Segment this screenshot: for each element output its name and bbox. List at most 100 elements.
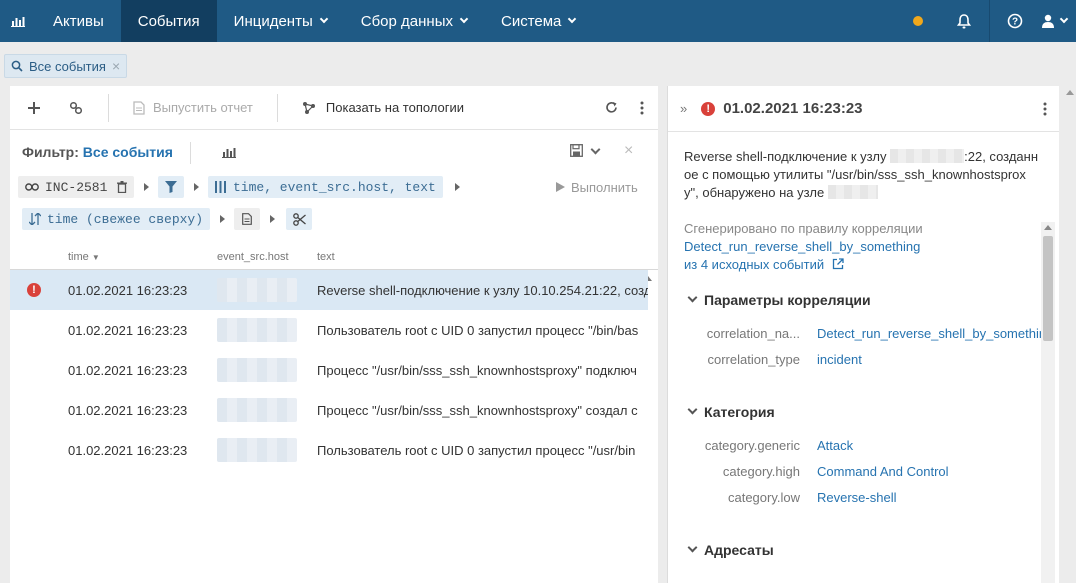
columns-icon <box>215 181 226 193</box>
filter-name-link[interactable]: Все события <box>83 144 173 160</box>
error-icon: ! <box>701 101 716 116</box>
desc-line-2: ое с помощью утилиты "/usr/bin/sss_ssh_k… <box>684 167 1026 182</box>
nav-data-collection-label: Сбор данных <box>360 12 453 30</box>
sources-link[interactable]: из 4 исходных событий <box>684 257 824 272</box>
kv-key: correlation_na... <box>706 326 800 341</box>
chevron-down-icon[interactable] <box>687 542 698 553</box>
refresh-icon <box>605 102 617 113</box>
page-scrollbar[interactable] <box>1064 86 1076 583</box>
row-text: Reverse shell-подключение к узлу 10.10.2… <box>317 283 648 298</box>
details-scrollbar[interactable] <box>1041 222 1055 583</box>
run-query-button[interactable]: Выполнить <box>556 176 638 198</box>
topology-icon <box>302 101 315 114</box>
table-row[interactable]: 01.02.2021 16:23:23 Процесс "/usr/bin/ss… <box>10 390 648 430</box>
top-nav: Активы События Инциденты Сбор данных Сис… <box>0 0 1076 42</box>
external-link-icon[interactable] <box>832 258 844 270</box>
redacted-host <box>890 149 965 163</box>
chevron-down-icon[interactable] <box>687 404 698 415</box>
active-filter-chip[interactable]: Все события × <box>4 54 128 78</box>
kv-value-link[interactable]: Detect_run_reverse_shell_by_something <box>817 326 1053 341</box>
table-row[interactable]: ! 01.02.2021 16:23:23 Reverse shell-подк… <box>10 270 648 310</box>
nav-data-collection[interactable]: Сбор данных <box>344 0 484 42</box>
where-filter-chip[interactable] <box>158 176 184 198</box>
kv-key: correlation_type <box>707 352 801 367</box>
chevron-right-icon <box>194 183 199 191</box>
saved-filter-bar: Все события × <box>0 42 1076 84</box>
row-text: Процесс "/usr/bin/sss_ssh_knownhostsprox… <box>317 363 637 378</box>
redacted-host <box>217 358 297 382</box>
link-icon <box>25 183 39 191</box>
section-category-title[interactable]: Категория <box>704 404 775 420</box>
columns-chip-label: time, event_src.host, text <box>233 179 436 195</box>
table-row[interactable]: 01.02.2021 16:23:23 Пользователь root с … <box>10 430 648 470</box>
table-row[interactable]: 01.02.2021 16:23:23 Пользователь root с … <box>10 310 648 350</box>
scrollbar-thumb[interactable] <box>1043 236 1053 341</box>
section-addressees-title[interactable]: Адресаты <box>704 542 774 558</box>
details-title: 01.02.2021 16:23:23 <box>723 100 863 117</box>
sources-link-row[interactable]: из 4 исходных событий <box>684 256 1044 274</box>
kv-value-link[interactable]: incident <box>817 352 862 367</box>
nav-assets[interactable]: Активы <box>36 0 121 42</box>
col-host-header[interactable]: event_src.host <box>217 251 289 263</box>
filter-area: Фильтр: Все события × INC-2581 time, eve… <box>10 130 658 232</box>
add-button[interactable] <box>10 86 58 130</box>
status-indicator[interactable] <box>913 16 923 26</box>
help-icon[interactable]: ? <box>998 0 1032 42</box>
kv-value-link[interactable]: Reverse-shell <box>817 490 896 505</box>
sort-desc-icon: ▼ <box>91 253 100 262</box>
cut-chip[interactable] <box>286 208 312 230</box>
rule-link[interactable]: Detect_run_reverse_shell_by_something <box>684 238 1044 256</box>
row-text: Процесс "/usr/bin/sss_ssh_knownhostsprox… <box>317 403 638 418</box>
show-topology-label: Показать на топологии <box>325 100 465 115</box>
save-icon[interactable] <box>570 144 583 160</box>
sort-chip-label: time (свежее сверху) <box>47 211 204 227</box>
table-header: time ▼ event_src.host text <box>10 244 658 270</box>
trash-icon[interactable] <box>117 181 128 193</box>
scroll-up-icon[interactable] <box>1066 90 1074 95</box>
dashboard-icon[interactable] <box>0 0 36 42</box>
nav-events-label: События <box>137 12 200 30</box>
group-chip[interactable] <box>234 208 260 230</box>
chevron-down-icon[interactable] <box>687 292 698 303</box>
sort-chip[interactable]: time (свежее сверху) <box>22 208 211 230</box>
nav-incidents[interactable]: Инциденты <box>217 0 344 42</box>
show-topology-button[interactable]: Показать на топологии <box>278 86 464 130</box>
more-vertical-icon <box>640 101 644 114</box>
refresh-button[interactable] <box>598 86 624 130</box>
more-vertical-icon[interactable] <box>1043 102 1047 119</box>
clear-filter-icon[interactable]: × <box>624 142 633 160</box>
more-menu-button[interactable] <box>630 86 654 130</box>
events-panel: Выпустить отчет Показать на топологии Фи… <box>10 86 658 583</box>
scroll-up-icon[interactable] <box>1044 225 1052 230</box>
kv-key: category.high <box>722 464 800 479</box>
run-report-label: Выпустить отчет <box>153 100 253 115</box>
row-time: 01.02.2021 16:23:23 <box>68 283 188 298</box>
user-menu-icon[interactable] <box>1032 0 1076 42</box>
run-report-button[interactable]: Выпустить отчет <box>109 86 267 130</box>
nav-events[interactable]: События <box>120 0 217 42</box>
nav-incidents-label: Инциденты <box>233 12 313 30</box>
row-time: 01.02.2021 16:23:23 <box>68 363 188 378</box>
row-text: Пользователь root с UID 0 запустил проце… <box>317 443 636 458</box>
col-time-header[interactable]: time ▼ <box>68 251 100 263</box>
col-text-header[interactable]: text <box>317 251 335 263</box>
nav-system[interactable]: Система <box>484 0 592 42</box>
histogram-icon[interactable] <box>222 146 236 161</box>
incident-chip[interactable]: INC-2581 <box>18 176 135 198</box>
link-button[interactable] <box>58 86 94 130</box>
columns-chip[interactable]: time, event_src.host, text <box>208 176 443 198</box>
chevron-down-icon <box>319 14 328 24</box>
close-icon[interactable]: × <box>112 58 120 74</box>
play-icon <box>556 182 565 192</box>
error-icon: ! <box>27 283 41 297</box>
bell-icon[interactable] <box>947 0 981 42</box>
scissors-icon <box>292 212 306 226</box>
collapse-panel-icon[interactable]: » <box>680 101 687 116</box>
table-row[interactable]: 01.02.2021 16:23:23 Процесс "/usr/bin/ss… <box>10 350 648 390</box>
chevron-down-icon[interactable] <box>590 144 601 155</box>
section-correlation-title[interactable]: Параметры корреляции <box>704 292 871 308</box>
filter-divider <box>190 142 191 164</box>
kv-value-link[interactable]: Attack <box>817 438 853 453</box>
desc-line-3: y", обнаружено на узле <box>684 184 1044 202</box>
kv-value-link[interactable]: Command And Control <box>817 464 949 479</box>
